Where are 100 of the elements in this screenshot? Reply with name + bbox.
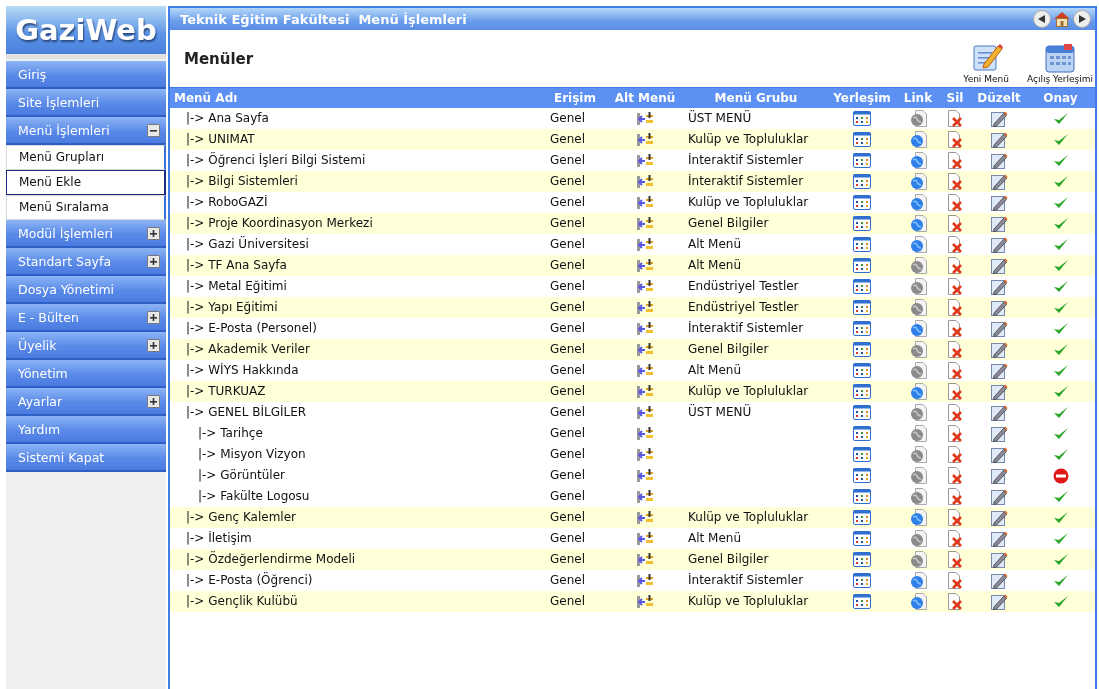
home-icon[interactable] [1053,10,1071,28]
submenu-icon[interactable] [636,384,654,399]
check-icon[interactable] [1052,552,1069,567]
edit-icon[interactable] [990,425,1008,442]
table-cell[interactable]: |-> Proje Koordinasyon Merkezi [172,216,373,230]
check-icon[interactable] [1052,510,1069,525]
delete-icon[interactable] [947,383,963,400]
delete-icon[interactable] [947,446,963,463]
check-icon[interactable] [1052,111,1069,126]
layout-icon[interactable] [853,573,871,588]
sidebar-subitem[interactable]: Menü Sıralama [6,195,166,220]
table-cell[interactable]: |-> Metal Eğitimi [172,279,287,293]
table-cell[interactable]: |-> UNIMAT [172,132,255,146]
submenu-icon[interactable] [636,468,654,483]
check-icon[interactable] [1052,153,1069,168]
table-cell[interactable]: |-> Misyon Vizyon [172,447,306,461]
edit-icon[interactable] [990,110,1008,127]
edit-icon[interactable] [990,362,1008,379]
expand-icon[interactable] [147,310,160,324]
table-cell[interactable]: |-> Ana Sayfa [172,111,269,125]
submenu-icon[interactable] [636,279,654,294]
edit-icon[interactable] [990,551,1008,568]
edit-icon[interactable] [990,173,1008,190]
table-cell[interactable]: |-> WİYS Hakkında [172,363,299,377]
edit-icon[interactable] [990,215,1008,232]
layout-icon[interactable] [853,321,871,336]
layout-icon[interactable] [853,111,871,126]
delete-icon[interactable] [947,509,963,526]
check-icon[interactable] [1052,216,1069,231]
edit-icon[interactable] [990,299,1008,316]
layout-icon[interactable] [853,174,871,189]
layout-icon[interactable] [853,552,871,567]
layout-icon[interactable] [853,237,871,252]
table-cell[interactable]: |-> Genç Kalemler [172,510,296,524]
delete-icon[interactable] [947,152,963,169]
check-icon[interactable] [1052,258,1069,273]
check-icon[interactable] [1052,405,1069,420]
link-page-icon[interactable] [909,572,927,589]
check-icon[interactable] [1052,384,1069,399]
submenu-icon[interactable] [636,216,654,231]
edit-icon[interactable] [990,530,1008,547]
submenu-icon[interactable] [636,552,654,567]
link-page-icon[interactable] [909,215,927,232]
check-icon[interactable] [1052,300,1069,315]
table-cell[interactable]: |-> Fakülte Logosu [172,489,310,503]
layout-icon[interactable] [853,279,871,294]
delete-icon[interactable] [947,530,963,547]
delete-icon[interactable] [947,572,963,589]
check-icon[interactable] [1052,489,1069,504]
delete-icon[interactable] [947,236,963,253]
check-icon[interactable] [1052,237,1069,252]
check-icon[interactable] [1052,132,1069,147]
check-icon[interactable] [1052,195,1069,210]
link-page-icon[interactable] [909,236,927,253]
edit-icon[interactable] [990,257,1008,274]
table-cell[interactable]: |-> Özdeğerlendirme Modeli [172,552,356,566]
delete-icon[interactable] [947,341,963,358]
edit-icon[interactable] [990,404,1008,421]
layout-icon[interactable] [853,153,871,168]
edit-icon[interactable] [990,236,1008,253]
delete-icon[interactable] [947,173,963,190]
edit-icon[interactable] [990,467,1008,484]
layout-icon[interactable] [853,426,871,441]
layout-icon[interactable] [853,531,871,546]
delete-icon[interactable] [947,215,963,232]
check-icon[interactable] [1052,426,1069,441]
link-page-icon[interactable] [909,509,927,526]
table-cell[interactable]: |-> GENEL BİLGİLER [172,405,307,419]
sidebar-subitem[interactable]: Menü Ekle [6,170,166,195]
layout-icon[interactable] [853,468,871,483]
table-cell[interactable]: |-> TURKUAZ [172,384,266,398]
submenu-icon[interactable] [636,573,654,588]
expand-icon[interactable] [147,394,160,408]
delete-icon[interactable] [947,404,963,421]
table-cell[interactable]: |-> RoboGAZİ [172,195,268,209]
table-cell[interactable]: |-> Akademik Veriler [172,342,310,356]
layout-icon[interactable] [853,384,871,399]
delete-icon[interactable] [947,110,963,127]
expand-icon[interactable] [147,338,160,352]
link-page-icon[interactable] [909,131,927,148]
blocked-icon[interactable] [1052,467,1069,484]
table-cell[interactable]: |-> Öğrenci İşleri Bilgi Sistemi [172,153,366,167]
delete-icon[interactable] [947,425,963,442]
submenu-icon[interactable] [636,195,654,210]
back-icon[interactable] [1033,10,1051,28]
submenu-icon[interactable] [636,132,654,147]
table-cell[interactable]: |-> E-Posta (Personel) [172,321,317,335]
sidebar-subitem[interactable]: Menü Grupları [6,145,166,170]
edit-icon[interactable] [990,509,1008,526]
delete-icon[interactable] [947,593,963,610]
edit-icon[interactable] [990,194,1008,211]
delete-icon[interactable] [947,131,963,148]
link-page-icon[interactable] [909,320,927,337]
layout-icon[interactable] [853,489,871,504]
submenu-icon[interactable] [636,111,654,126]
check-icon[interactable] [1052,342,1069,357]
submenu-icon[interactable] [636,174,654,189]
submenu-icon[interactable] [636,363,654,378]
table-cell[interactable]: |-> Yapı Eğitimi [172,300,278,314]
layout-icon[interactable] [853,300,871,315]
